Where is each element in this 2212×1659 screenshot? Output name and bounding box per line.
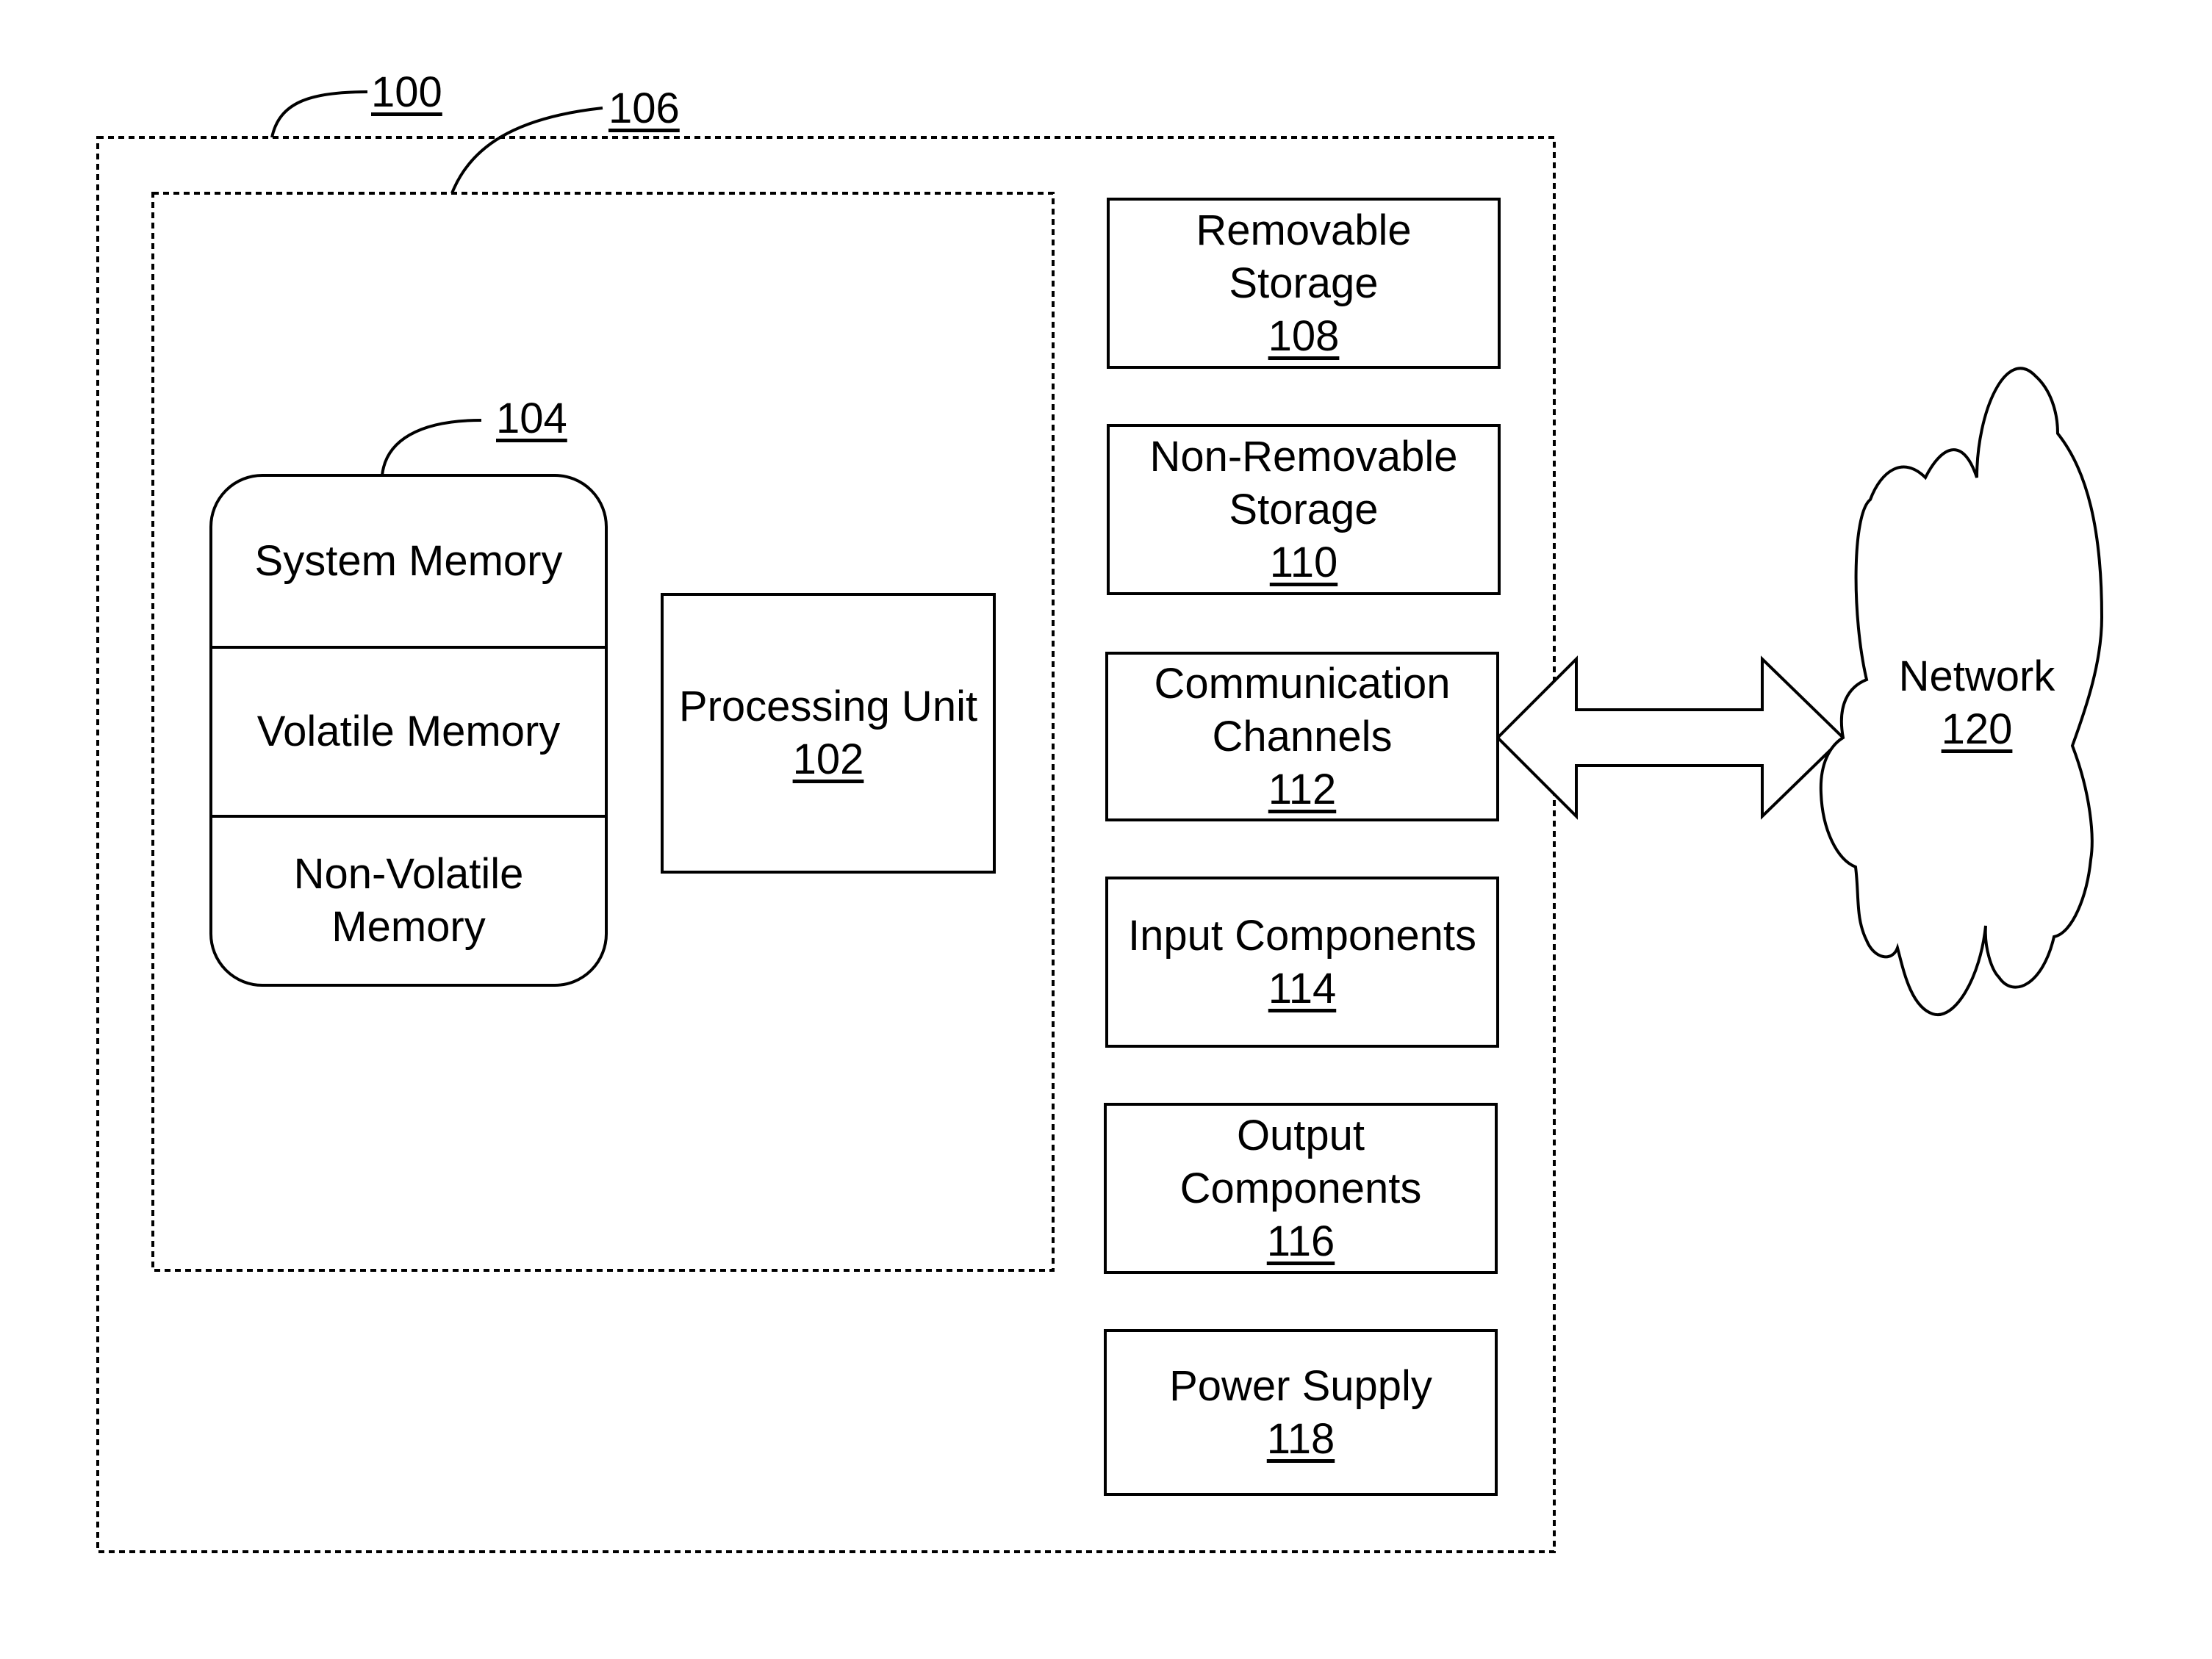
input-components: Input Components 114	[1105, 877, 1499, 1048]
network-label: Network	[1898, 652, 2055, 700]
component-label: Non-Removable	[1149, 432, 1458, 481]
component-label: Output	[1236, 1111, 1365, 1159]
memory-section-nonvolatile: Non-Volatile Memory	[211, 816, 606, 985]
component-label: Components	[1179, 1164, 1422, 1212]
memory-section-label: Non-Volatile	[293, 850, 524, 898]
component-label: Removable	[1196, 206, 1412, 254]
callout-100: 100	[371, 68, 442, 116]
component-ref: 108	[1268, 312, 1340, 360]
component-ref: 110	[1269, 538, 1338, 586]
callout-leader-100	[270, 90, 368, 138]
component-label: Storage	[1229, 485, 1379, 533]
memory-section-label: Memory	[331, 903, 486, 951]
network-ref: 120	[1941, 705, 2013, 753]
memory-section-label: Volatile Memory	[256, 708, 561, 755]
component-label: Power Supply	[1169, 1361, 1432, 1410]
output-components: Output Components 116	[1104, 1103, 1498, 1274]
callout-leader-106	[450, 107, 603, 194]
processing-unit: Processing Unit 102	[661, 593, 996, 874]
removable-storage: Removable Storage 108	[1107, 198, 1501, 369]
component-ref: 112	[1268, 765, 1337, 813]
callout-104: 104	[496, 395, 567, 442]
power-supply: Power Supply 118	[1104, 1329, 1498, 1496]
component-ref: 116	[1266, 1217, 1335, 1265]
memory-section-system: System Memory	[211, 475, 606, 647]
component-label: Channels	[1212, 712, 1393, 760]
component-ref: 114	[1268, 964, 1337, 1012]
component-ref: 118	[1266, 1414, 1335, 1463]
communication-channels: Communication Channels 112	[1105, 652, 1499, 821]
component-label: Input Components	[1128, 911, 1476, 960]
network-label-group: Network 120	[1881, 650, 2072, 756]
processing-unit-ref: 102	[792, 735, 864, 783]
non-removable-storage: Non-Removable Storage 110	[1107, 424, 1501, 595]
memory-section-label: System Memory	[254, 537, 563, 585]
component-label: Communication	[1154, 659, 1451, 708]
memory-section-volatile: Volatile Memory	[211, 647, 606, 816]
processing-unit-label: Processing Unit	[678, 683, 978, 730]
bidirectional-arrow	[1495, 655, 1845, 820]
component-label: Storage	[1229, 259, 1379, 307]
callout-106: 106	[608, 84, 680, 132]
callout-leader-104	[381, 419, 482, 476]
